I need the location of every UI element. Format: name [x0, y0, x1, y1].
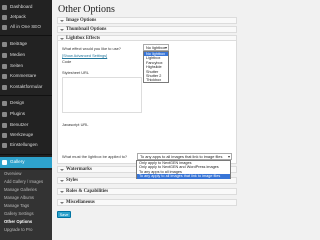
sidebar-item-plugins[interactable]: Plugins	[0, 110, 52, 119]
sidebar-item-users[interactable]: Benutzer	[0, 121, 52, 130]
apply-question-label: What must the lightbox be applied to?	[62, 154, 128, 159]
sidebar-item-pages[interactable]: Seiten	[0, 62, 52, 71]
sidebar-item-appearance[interactable]: Design	[0, 99, 52, 108]
sidebar-item-jetpack[interactable]: Jetpack	[0, 13, 52, 22]
sidebar-item-dashboard[interactable]: Dashboard	[0, 3, 52, 12]
show-advanced-link[interactable]: [Show Advanced Settings]	[62, 54, 107, 58]
sidebar-item-gallery[interactable]: Gallery	[0, 157, 52, 168]
menu-separator	[0, 35, 52, 36]
pages-icon	[2, 64, 7, 69]
code-label: Code	[62, 59, 72, 64]
dashboard-icon	[2, 5, 7, 10]
gallery-icon	[2, 160, 7, 165]
jetpack-icon	[2, 15, 7, 20]
save-button[interactable]: Save	[57, 211, 71, 218]
menu-separator	[0, 95, 52, 96]
lightbox-effect-dropdown: No lightbox Lightbox Fancybox Highslide …	[143, 51, 169, 83]
posts-icon	[2, 42, 7, 47]
javascript-label: Javascript URL	[62, 122, 89, 127]
submenu-manage-albums[interactable]: Manage Albums	[4, 195, 34, 200]
page-title: Other Options	[58, 4, 115, 15]
submenu-overview[interactable]: Overview	[4, 171, 21, 176]
sidebar-item-settings[interactable]: Einstellungen	[0, 141, 52, 150]
tools-icon	[2, 133, 7, 138]
submenu-upgrade-pro[interactable]: Upgrade to Pro	[4, 227, 32, 232]
admin-sidebar: Dashboard Jetpack All in One SEO Beiträg…	[0, 0, 52, 240]
collapse-arrow-icon	[60, 19, 64, 22]
sidebar-item-posts[interactable]: Beiträge	[0, 40, 52, 49]
collapse-arrow-icon	[60, 28, 64, 31]
chevron-down-icon	[228, 156, 230, 158]
stylesheet-label: Stylesheet URL	[62, 70, 90, 75]
submenu-other-options[interactable]: Other Options	[4, 219, 32, 224]
main-content: Other Options Image Options Thumbnail Op…	[52, 0, 240, 240]
plugins-icon	[2, 112, 7, 117]
sidebar-item-feedback[interactable]: Kontaktformular	[0, 83, 52, 92]
submenu-manage-tags[interactable]: Manage Tags	[4, 203, 29, 208]
collapse-arrow-icon	[60, 190, 64, 193]
apply-lightbox-dropdown: Only apply to NextGEN images Only apply …	[136, 160, 231, 179]
section-miscellaneous[interactable]: Miscellaneous	[57, 199, 237, 206]
seo-icon	[2, 25, 7, 30]
feedback-icon	[2, 85, 7, 90]
section-roles[interactable]: Roles & Capabilities	[57, 188, 237, 195]
stylesheet-textarea[interactable]	[62, 77, 142, 113]
settings-icon	[2, 143, 7, 148]
submenu-add-gallery[interactable]: Add Gallery / Images	[4, 179, 43, 184]
collapse-arrow-icon	[60, 168, 64, 171]
lightbox-effect-select[interactable]: No lightbox	[143, 44, 169, 51]
chevron-down-icon	[165, 47, 167, 49]
apply-option[interactable]: To any apply to all images that link to …	[137, 174, 230, 179]
submenu-manage-galleries[interactable]: Manage Galleries	[4, 187, 37, 192]
submenu-gallery-settings[interactable]: Gallery Settings	[4, 211, 34, 216]
appearance-icon	[2, 101, 7, 106]
effect-question-label: What effect would you like to use?	[62, 46, 121, 51]
menu-separator	[0, 154, 52, 155]
sidebar-item-tools[interactable]: Werkzeuge	[0, 131, 52, 140]
sidebar-item-comments[interactable]: Kommentare	[0, 72, 52, 81]
collapse-arrow-icon	[60, 179, 64, 182]
media-icon	[2, 53, 7, 58]
users-icon	[2, 123, 7, 128]
sidebar-item-seo[interactable]: All in One SEO	[0, 23, 52, 32]
sidebar-item-media[interactable]: Medien	[0, 51, 52, 60]
section-thumbnail-options[interactable]: Thumbnail Options	[57, 26, 237, 33]
gallery-submenu: Overview Add Gallery / Images Manage Gal…	[0, 170, 52, 240]
lightbox-panel: What effect would you like to use? [Show…	[57, 40, 237, 164]
collapse-arrow-icon	[60, 201, 64, 204]
comments-icon	[2, 74, 7, 79]
effect-option[interactable]: Thickbox	[144, 78, 168, 82]
section-image-options[interactable]: Image Options	[57, 17, 237, 24]
apply-lightbox-select[interactable]: To any apps to all images that link to i…	[137, 153, 232, 160]
